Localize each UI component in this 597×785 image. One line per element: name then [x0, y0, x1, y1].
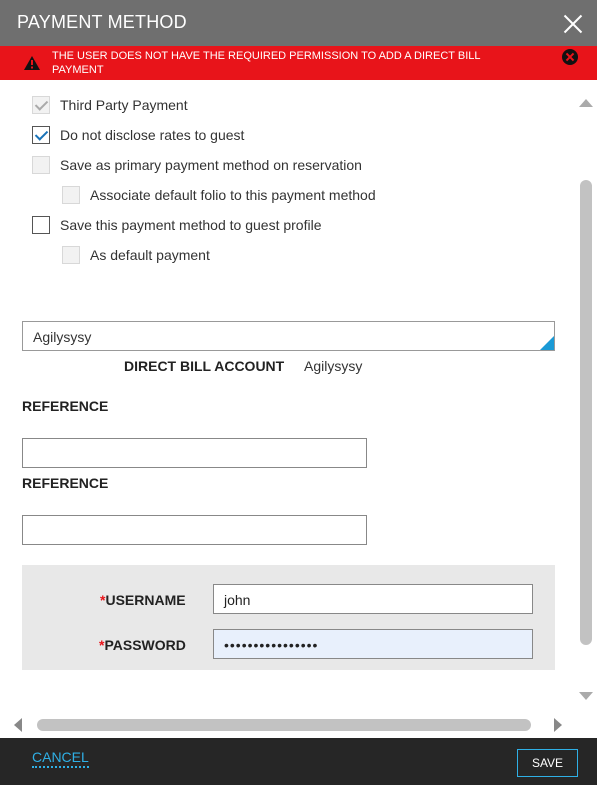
- error-banner: THE USER DOES NOT HAVE THE REQUIRED PERM…: [0, 46, 597, 80]
- direct-bill-account-value: Agilysysy: [304, 358, 363, 374]
- warning-icon: [24, 56, 40, 70]
- primary-label: Save as primary payment method on reserv…: [60, 157, 362, 173]
- dialog-content: Third Party Payment Do not disclose rate…: [0, 82, 575, 712]
- close-icon[interactable]: [562, 13, 584, 35]
- reference-label-2: REFERENCE: [22, 475, 109, 491]
- horizontal-scrollbar[interactable]: [0, 714, 575, 736]
- default-payment-option[interactable]: As default payment: [62, 245, 210, 265]
- password-input[interactable]: ••••••••••••••••: [213, 629, 533, 659]
- username-input[interactable]: john: [213, 584, 533, 614]
- scroll-left-icon[interactable]: [14, 718, 22, 732]
- dialog-title: PAYMENT METHOD: [17, 12, 187, 32]
- save-profile-option[interactable]: Save this payment method to guest profil…: [32, 215, 321, 235]
- associate-folio-option[interactable]: Associate default folio to this payment …: [62, 185, 376, 205]
- no-disclose-checkbox[interactable]: [32, 126, 50, 144]
- password-label: *PASSWORD: [99, 637, 186, 653]
- account-combobox-value: Agilysysy: [33, 329, 92, 345]
- save-profile-checkbox[interactable]: [32, 216, 50, 234]
- credentials-panel: *USERNAME john *PASSWORD •••••••••••••••…: [22, 565, 555, 670]
- no-disclose-label: Do not disclose rates to guest: [60, 127, 245, 143]
- primary-option[interactable]: Save as primary payment method on reserv…: [32, 155, 362, 175]
- username-label-text: USERNAME: [105, 592, 186, 608]
- dismiss-alert-icon[interactable]: [562, 49, 578, 65]
- direct-bill-account-label: DIRECT BILL ACCOUNT: [124, 358, 285, 374]
- scroll-up-icon[interactable]: [579, 99, 593, 107]
- username-label: *USERNAME: [100, 592, 186, 608]
- associate-folio-checkbox[interactable]: [62, 186, 80, 204]
- vertical-scroll-thumb[interactable]: [580, 180, 592, 645]
- reference-input-2[interactable]: [22, 515, 367, 545]
- vertical-scrollbar[interactable]: [575, 95, 597, 705]
- scroll-down-icon[interactable]: [579, 692, 593, 700]
- scroll-right-icon[interactable]: [554, 718, 562, 732]
- cancel-button[interactable]: CANCEL: [32, 749, 89, 768]
- dialog-header: PAYMENT METHOD: [0, 0, 597, 46]
- third-party-option[interactable]: Third Party Payment: [32, 95, 188, 115]
- primary-checkbox[interactable]: [32, 156, 50, 174]
- default-payment-label: As default payment: [90, 247, 210, 263]
- save-profile-label: Save this payment method to guest profil…: [60, 217, 322, 233]
- dialog-footer: CANCEL SAVE: [0, 738, 597, 785]
- third-party-label: Third Party Payment: [60, 97, 188, 113]
- account-combobox[interactable]: Agilysysy: [22, 321, 555, 351]
- error-message: THE USER DOES NOT HAVE THE REQUIRED PERM…: [52, 50, 481, 76]
- horizontal-scroll-thumb[interactable]: [37, 719, 531, 731]
- associate-folio-label: Associate default folio to this payment …: [90, 187, 376, 203]
- reference-input-1[interactable]: [22, 438, 367, 468]
- no-disclose-option[interactable]: Do not disclose rates to guest: [32, 125, 244, 145]
- corner-dropdown-icon[interactable]: [540, 336, 554, 350]
- default-payment-checkbox[interactable]: [62, 246, 80, 264]
- reference-label-1: REFERENCE: [22, 398, 109, 414]
- save-button[interactable]: SAVE: [517, 749, 578, 777]
- password-label-text: PASSWORD: [104, 637, 186, 653]
- third-party-checkbox[interactable]: [32, 96, 50, 114]
